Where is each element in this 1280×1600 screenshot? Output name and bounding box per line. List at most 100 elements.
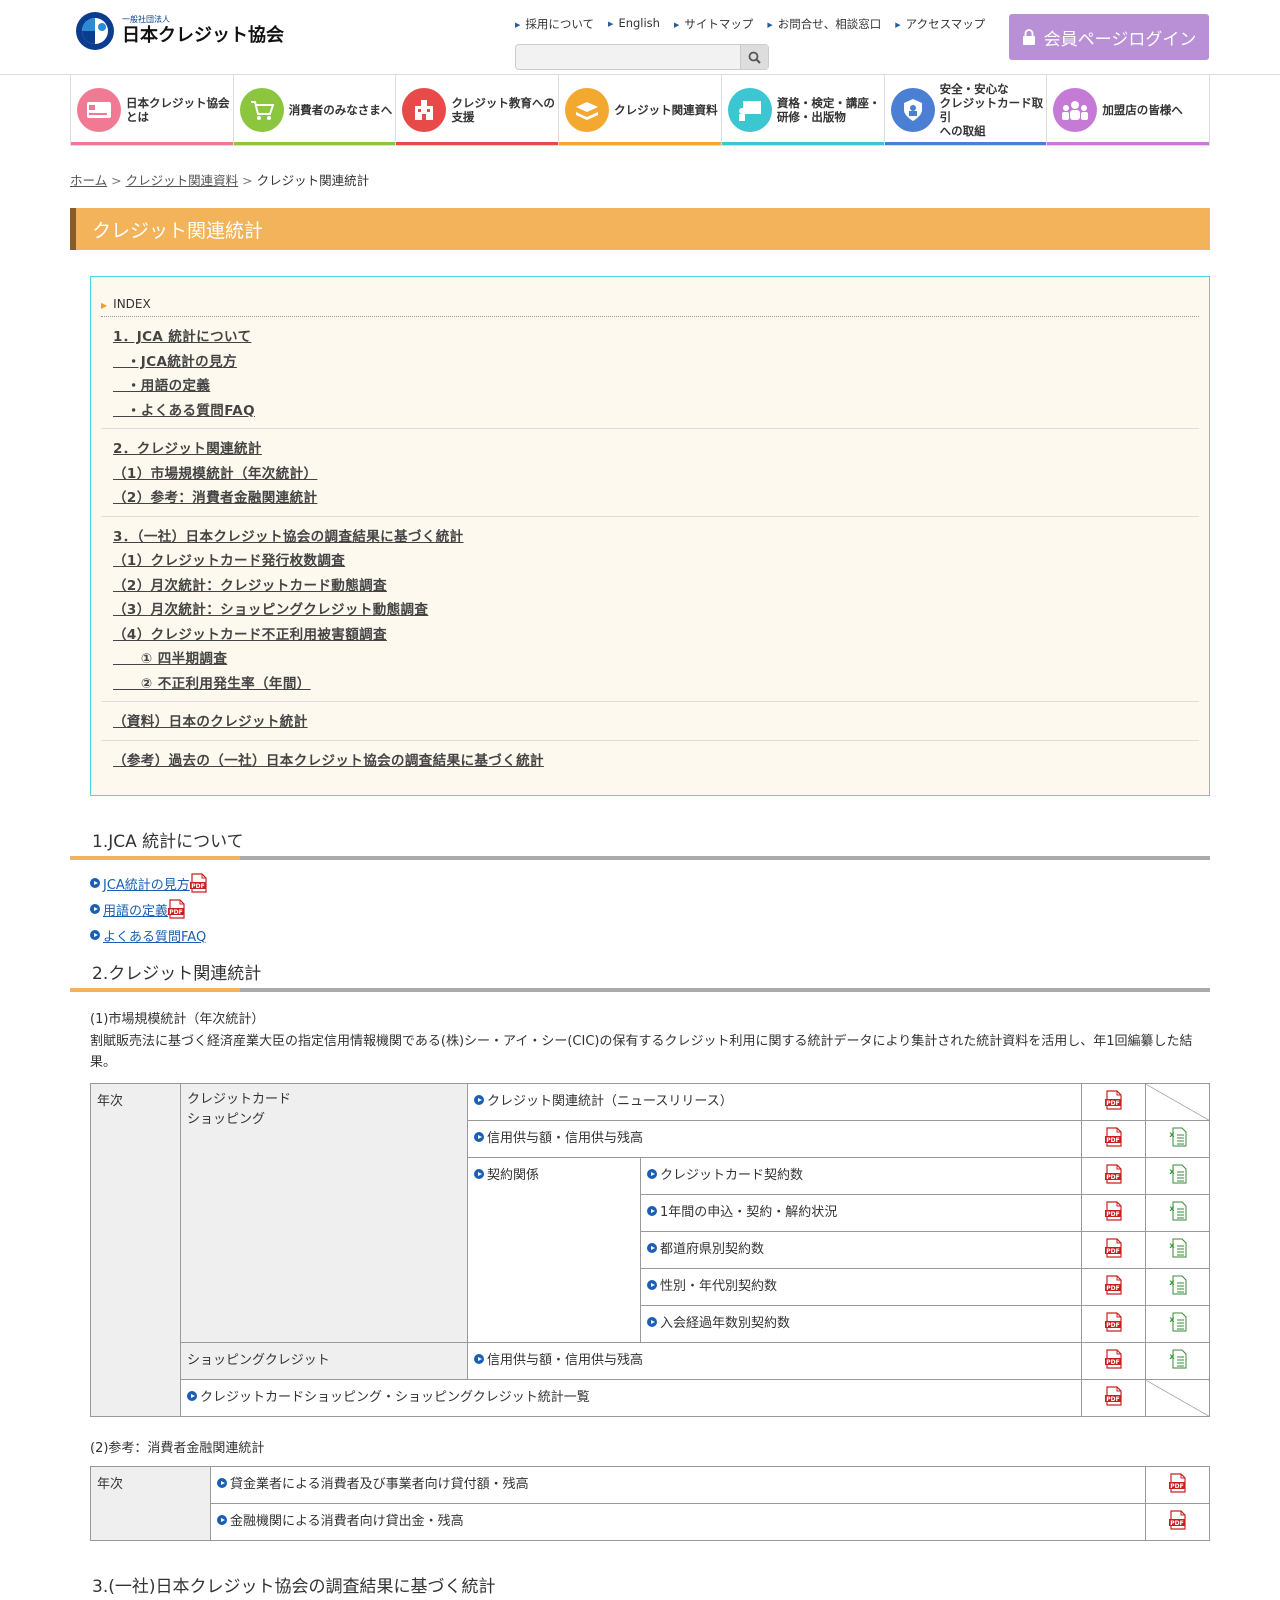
market-size-description: 割賦販売法に基づく経済産業大臣の指定信用情報機関である(株)シー・アイ・シー(C… [90, 1034, 1193, 1070]
item-label[interactable]: 金融機関による消費者向け貸出金・残高 [230, 1510, 464, 1529]
cell-item: クレジットカード契約数 [640, 1157, 1082, 1195]
index-link[interactable]: （3）月次統計：ショッピングクレジット動態調査 [113, 598, 1199, 623]
breadcrumb-separator-2: > [242, 173, 253, 188]
excel-icon[interactable]: x [1169, 1238, 1187, 1258]
item-label[interactable]: 性別・年代別契約数 [660, 1275, 777, 1294]
item-label[interactable]: 信用供与額・信用供与残高 [487, 1127, 643, 1146]
cell-pdf: PDF [1081, 1194, 1146, 1232]
cell-item: クレジット関連統計（ニュースリリース） [467, 1083, 1082, 1121]
index-link[interactable]: （参考）過去の（一社）日本クレジット協会の調査結果に基づく統計 [113, 749, 1199, 774]
pdf-icon[interactable]: PDF [1104, 1238, 1123, 1258]
pdf-icon[interactable]: PDF [1168, 1510, 1187, 1530]
index-heading: INDEX [101, 297, 1199, 317]
index-link[interactable]: ・用語の定義 [113, 374, 1199, 399]
svg-text:PDF: PDF [1106, 1322, 1119, 1329]
index-link[interactable]: （1）市場規模統計（年次統計） [113, 462, 1199, 487]
pdf-icon[interactable]: PDF [168, 899, 186, 919]
gnav-qualifications[interactable]: 資格・検定・講座・ 研修・出版物 [721, 75, 885, 145]
index-link[interactable]: （資料）日本のクレジット統計 [113, 710, 1199, 735]
excel-icon[interactable]: x [1169, 1164, 1187, 1184]
table-row: クレジットカードショッピング・ショッピングクレジット統計一覧 PDF [91, 1379, 1210, 1417]
bullet-arrow-icon [90, 878, 100, 888]
card-label-2: ショッピング [187, 1112, 266, 1127]
search-button[interactable] [740, 45, 768, 69]
cell-item: 信用供与額・信用供与残高 [467, 1342, 1082, 1380]
cell-item: 貸金業者による消費者及び事業者向け貸付額・残高 [210, 1466, 1146, 1504]
index-link[interactable]: （2）参考：消費者金融関連統計 [113, 486, 1199, 511]
index-link[interactable]: ① 四半期調査 [113, 647, 1199, 672]
gnav-education[interactable]: クレジット教育への 支援 [396, 75, 560, 145]
search-input[interactable] [516, 45, 740, 69]
pdf-icon[interactable]: PDF [1104, 1090, 1123, 1110]
item-label[interactable]: 貸金業者による消費者及び事業者向け貸付額・残高 [230, 1473, 529, 1492]
gnav-education-label-2: 支援 [451, 110, 475, 124]
item-label[interactable]: クレジットカード契約数 [660, 1164, 803, 1183]
pdf-icon[interactable]: PDF [1104, 1312, 1123, 1332]
pdf-icon[interactable]: PDF [1168, 1473, 1187, 1493]
util-link-contact[interactable]: お問合せ、相談窓口 [767, 16, 882, 32]
excel-icon[interactable]: x [1169, 1312, 1187, 1332]
index-link[interactable]: ・JCA統計の見方 [113, 350, 1199, 375]
item-label[interactable]: 入会経過年数別契約数 [660, 1312, 790, 1331]
gnav-security-label-1: 安全・安心な [939, 82, 1009, 96]
link-definitions[interactable]: 用語の定義 [103, 900, 168, 919]
util-link-english[interactable]: English [608, 16, 660, 32]
site-logo[interactable]: 一般社団法人 日本クレジット協会 [72, 10, 284, 52]
index-link[interactable]: 2．クレジット関連統計 [113, 437, 1199, 462]
cell-item: 性別・年代別契約数 [640, 1268, 1082, 1306]
cell-annual: 年次 [90, 1466, 211, 1541]
gnav-consumers[interactable]: 消費者のみなさまへ [233, 75, 397, 145]
index-link[interactable]: ・よくある質問FAQ [113, 399, 1199, 424]
member-login-button[interactable]: 会員ページログイン [1009, 14, 1209, 60]
gnav-education-label-1: クレジット教育への [451, 96, 555, 110]
global-nav: 日本クレジット協会 とは 消費者のみなさまへ クレジット教育への 支援 クレジット関… [70, 75, 1211, 146]
index-link[interactable]: （4）クレジットカード不正利用被害額調査 [113, 623, 1199, 648]
util-link-sitemap[interactable]: サイトマップ [674, 16, 753, 32]
cell-item: 1年間の申込・契約・解約状況 [640, 1194, 1082, 1232]
index-link[interactable]: 3．（一社）日本クレジット協会の調査結果に基づく統計 [113, 525, 1199, 550]
pdf-icon[interactable]: PDF [1104, 1164, 1123, 1184]
excel-icon[interactable]: x [1169, 1275, 1187, 1295]
pdf-icon[interactable]: PDF [1104, 1349, 1123, 1369]
pdf-icon[interactable]: PDF [1104, 1201, 1123, 1221]
index-link[interactable]: 1．JCA 統計について [113, 325, 1199, 350]
gnav-security-label-2: クレジットカード取引 [939, 96, 1044, 124]
gnav-materials[interactable]: クレジット関連資料 [559, 75, 722, 145]
index-link[interactable]: （2）月次統計：クレジットカード動態調査 [113, 574, 1199, 599]
index-link[interactable]: ② 不正利用発生率（年間） [113, 672, 1199, 697]
item-label[interactable]: 都道府県別契約数 [660, 1238, 764, 1257]
page-title: クレジット関連統計 [70, 208, 1210, 250]
index-link[interactable]: （1）クレジットカード発行枚数調査 [113, 549, 1199, 574]
item-label[interactable]: クレジットカードショッピング・ショッピングクレジット統計一覧 [200, 1386, 590, 1405]
card-icon [77, 88, 121, 132]
index-group-3: 3．（一社）日本クレジット協会の調査結果に基づく統計 （1）クレジットカード発行… [101, 517, 1199, 702]
item-label[interactable]: 信用供与額・信用供与残高 [487, 1349, 643, 1368]
logo-mark-icon [76, 12, 114, 50]
excel-icon[interactable]: x [1169, 1201, 1187, 1221]
pdf-icon[interactable]: PDF [1104, 1127, 1123, 1147]
breadcrumb-home[interactable]: ホーム [70, 173, 107, 188]
breadcrumb-parent[interactable]: クレジット関連資料 [126, 173, 239, 188]
gnav-security[interactable]: 安全・安心な クレジットカード取引 への取組 [884, 75, 1048, 145]
util-link-access[interactable]: アクセスマップ [895, 16, 986, 32]
excel-icon[interactable]: x [1169, 1127, 1187, 1147]
pdf-icon[interactable]: PDF [1104, 1386, 1123, 1406]
util-link-recruit[interactable]: 採用について [515, 16, 594, 32]
gnav-about[interactable]: 日本クレジット協会 とは [70, 75, 234, 145]
list-item: よくある質問FAQ [90, 922, 1280, 948]
cell-pdf: PDF [1081, 1120, 1146, 1158]
contract-label[interactable]: 契約関係 [487, 1164, 539, 1183]
excel-icon[interactable]: x [1169, 1349, 1187, 1369]
section-heading-jca-text: 1.JCA 統計について [92, 831, 244, 852]
cell-pdf: PDF [1081, 1379, 1146, 1417]
gnav-merchants[interactable]: 加盟店の皆様へ [1047, 75, 1211, 145]
item-label[interactable]: 1年間の申込・契約・解約状況 [660, 1201, 837, 1220]
cell-item: 入会経過年数別契約数 [640, 1305, 1082, 1343]
svg-text:PDF: PDF [1170, 1483, 1183, 1490]
link-jca-guide[interactable]: JCA統計の見方 [103, 874, 190, 893]
pdf-icon[interactable]: PDF [189, 873, 208, 893]
link-faq[interactable]: よくある質問FAQ [103, 926, 206, 945]
page-title-text: クレジット関連統計 [92, 219, 264, 242]
pdf-icon[interactable]: PDF [1104, 1275, 1123, 1295]
item-label[interactable]: クレジット関連統計（ニュースリリース） [487, 1090, 733, 1109]
